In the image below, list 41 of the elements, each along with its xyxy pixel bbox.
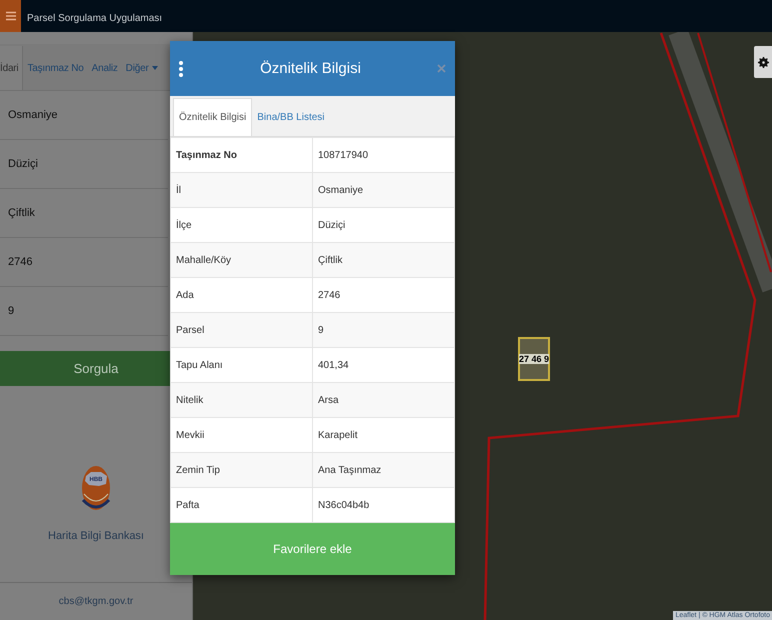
attribute-name: Zemin Tip — [170, 452, 312, 488]
dialog-tab[interactable]: Öznitelik Bilgisi — [173, 98, 252, 136]
panel-tab[interactable]: Analiz — [88, 46, 122, 90]
attribute-value: 401,34 — [312, 348, 454, 382]
panel-tab[interactable]: Taşınmaz No — [23, 46, 88, 90]
attribute-name: Ada — [170, 278, 312, 312]
attribute-value: 108717940 — [312, 138, 454, 172]
attribute-value: Ana Taşınmaz — [312, 452, 454, 488]
add-favorites-button[interactable]: Favorilere ekle — [170, 523, 455, 575]
attribute-value: Çiftlik — [312, 242, 454, 278]
caret-icon — [152, 66, 158, 70]
panel-tab[interactable]: İdari — [0, 46, 24, 90]
attribute-value: 2746 — [312, 278, 454, 312]
attribute-name: Pafta — [170, 488, 312, 522]
attribute-name: Mahalle/Köy — [170, 242, 312, 278]
attribute-value: Arsa — [312, 382, 454, 418]
attribute-name: Taşınmaz No — [170, 138, 312, 172]
attribute-name: Nitelik — [170, 382, 312, 418]
settings-icon — [758, 56, 768, 68]
attribute-value: N36c04b4b — [312, 488, 454, 522]
panel-tab[interactable]: Diğer — [122, 46, 162, 90]
attribute-value: 9 — [312, 312, 454, 348]
menu-icon — [6, 11, 16, 21]
menu-button[interactable] — [0, 0, 21, 32]
logo-caption: Harita Bilgi Bankası — [48, 530, 144, 542]
attribute-name: Tapu Alanı — [170, 348, 312, 382]
settings-button[interactable] — [754, 46, 772, 78]
dialog-title: Öznitelik Bilgisi — [259, 60, 362, 77]
parcel-label: 27 46 9 — [518, 354, 550, 364]
more-icon[interactable] — [178, 60, 184, 78]
attribute-value: Düziçi — [312, 208, 454, 242]
dialog-tab[interactable]: Bina/BB Listesi — [252, 98, 330, 136]
attribute-name: Parsel — [170, 312, 312, 348]
attribute-name: İlçe — [170, 208, 312, 242]
app-subtitle: Parsel Sorgulama Uygulaması — [27, 12, 162, 24]
attribute-value: Osmaniye — [312, 172, 454, 208]
close-icon — [437, 64, 446, 72]
attribute-name: İl — [170, 172, 312, 208]
attribute-name: Mevkii — [170, 418, 312, 452]
email-link[interactable]: cbs@tkgm.gov.tr — [58, 596, 134, 607]
attribute-value: Karapelit — [312, 418, 454, 452]
